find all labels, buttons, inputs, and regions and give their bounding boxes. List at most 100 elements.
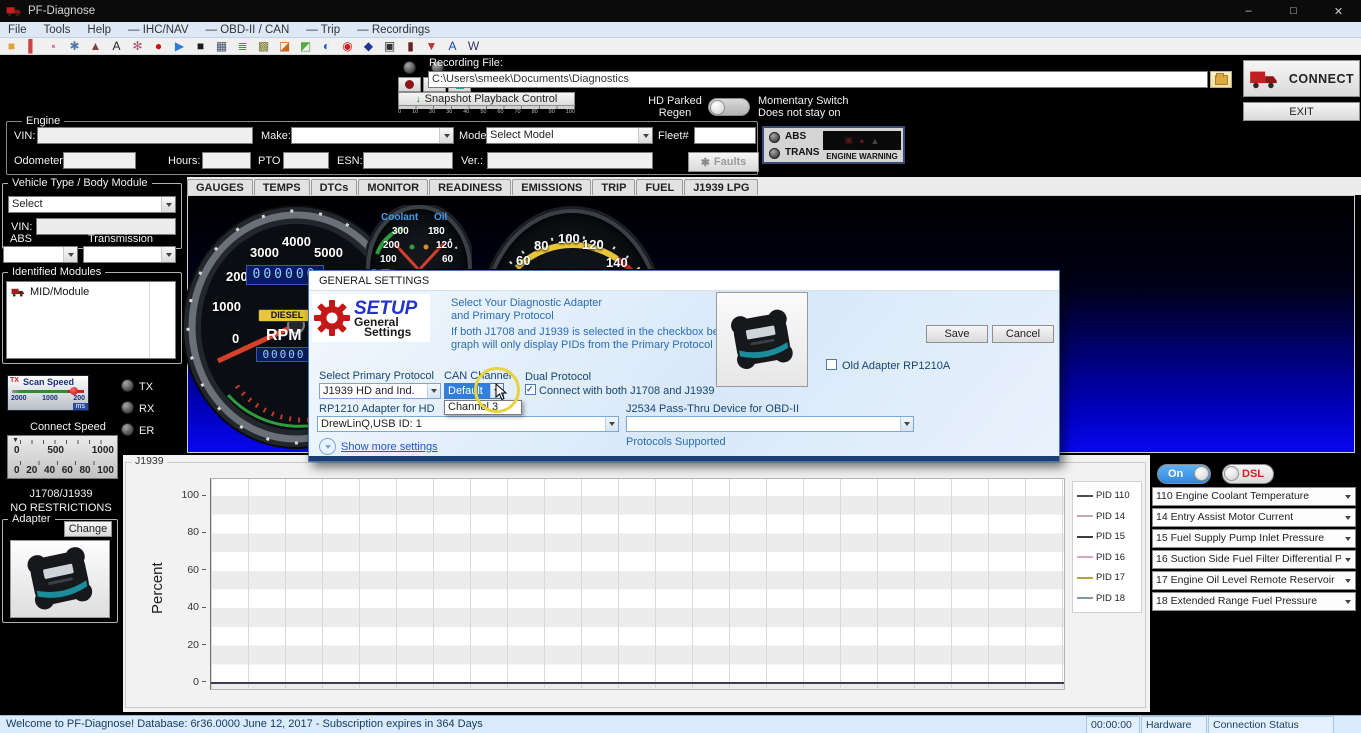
- fleet-field[interactable]: [694, 127, 756, 144]
- menu-item[interactable]: — IHC/NAV: [128, 24, 189, 36]
- chevron-down-icon[interactable]: [439, 128, 453, 143]
- chevron-down-icon[interactable]: [1341, 572, 1355, 589]
- recording-path-field[interactable]: C:\Users\smeek\Documents\Diagnostics: [428, 71, 1208, 88]
- chevron-down-icon[interactable]: [1341, 488, 1355, 505]
- dsl-toggle[interactable]: DSL: [1222, 464, 1274, 484]
- font-icon[interactable]: A: [109, 39, 124, 54]
- abs-select[interactable]: [3, 246, 78, 263]
- chevron-down-icon[interactable]: [161, 197, 175, 212]
- esa-icon[interactable]: ▣: [382, 39, 397, 54]
- snapshot-icon[interactable]: ▦: [214, 39, 229, 54]
- tab[interactable]: GAUGES: [187, 179, 253, 195]
- adapter-status-icon[interactable]: ▌: [25, 39, 40, 54]
- pid-selector[interactable]: 15 Fuel Supply Pump Inlet Pressure: [1152, 529, 1356, 548]
- hours-field[interactable]: [202, 152, 251, 169]
- browse-file-button[interactable]: [1210, 71, 1232, 88]
- pid-on-toggle[interactable]: On: [1157, 464, 1211, 484]
- module-list[interactable]: MID/Module: [6, 281, 176, 359]
- vehicle-type-select[interactable]: Select: [8, 196, 176, 213]
- ttr-icon[interactable]: ▼: [424, 39, 439, 54]
- pid-selector[interactable]: 14 Entry Assist Motor Current: [1152, 508, 1356, 527]
- tab[interactable]: J1939 LPG: [684, 179, 758, 195]
- mack-icon[interactable]: ◉: [340, 39, 355, 54]
- slider-tick-label: 60: [497, 109, 503, 115]
- dch-icon[interactable]: ▩: [256, 39, 271, 54]
- menu-item[interactable]: Help: [87, 24, 111, 36]
- tab[interactable]: FUEL: [636, 179, 683, 195]
- record-icon[interactable]: ●: [151, 39, 166, 54]
- old-adapter-checkbox[interactable]: [826, 359, 837, 370]
- show-more-settings-link[interactable]: Show more settings: [341, 441, 438, 453]
- connect-button[interactable]: CONNECT: [1243, 60, 1360, 97]
- tab[interactable]: TEMPS: [254, 179, 310, 195]
- menu-item[interactable]: — OBD-II / CAN: [206, 24, 290, 36]
- tab[interactable]: DTCs: [311, 179, 358, 195]
- j2534-select[interactable]: [626, 416, 914, 432]
- chevron-down-icon[interactable]: [638, 128, 652, 143]
- menu-item[interactable]: File: [8, 24, 27, 36]
- menu-item[interactable]: — Trip: [306, 24, 340, 36]
- record-button[interactable]: [398, 77, 421, 92]
- wabco-icon[interactable]: W: [466, 39, 481, 54]
- chevron-down-icon[interactable]: [1341, 593, 1355, 610]
- vehicle-icon[interactable]: ▲: [88, 39, 103, 54]
- dt-icon[interactable]: ▮: [403, 39, 418, 54]
- chevron-down-icon[interactable]: [900, 417, 913, 431]
- esn-field[interactable]: [363, 152, 453, 169]
- maximize-button[interactable]: □: [1271, 0, 1316, 22]
- show-more-chevron-icon[interactable]: [319, 438, 336, 455]
- dialog-titlebar[interactable]: GENERAL SETTINGS: [309, 271, 1059, 291]
- model-select[interactable]: Select Model: [486, 127, 653, 144]
- chevron-down-icon[interactable]: [1341, 509, 1355, 526]
- menu-item[interactable]: — Recordings: [357, 24, 430, 36]
- allison-icon[interactable]: A: [445, 39, 460, 54]
- exit-button[interactable]: EXIT: [1243, 102, 1360, 121]
- toolbar: ■▌▪✱▲A✻●▶■▦≣▩◪◩◐◉◆▣▮▼AW: [0, 38, 1361, 55]
- chevron-down-icon[interactable]: [605, 417, 618, 431]
- pto-field[interactable]: [283, 152, 329, 169]
- close-button[interactable]: ✕: [1316, 0, 1361, 22]
- pid-selector[interactable]: 16 Suction Side Fuel Filter Differential…: [1152, 550, 1356, 569]
- stop-icon[interactable]: ■: [193, 39, 208, 54]
- open-file-icon[interactable]: ■: [4, 39, 19, 54]
- settings-gear-icon[interactable]: ✱: [67, 39, 82, 54]
- play-icon[interactable]: ▶: [172, 39, 187, 54]
- faults-button[interactable]: ✱ Faults: [688, 152, 759, 172]
- primary-protocol-select[interactable]: J1939 HD and Ind.: [319, 383, 441, 399]
- cancel-button[interactable]: Cancel: [992, 325, 1054, 343]
- chevron-down-icon[interactable]: [1341, 530, 1355, 547]
- notes-icon[interactable]: ▪: [46, 39, 61, 54]
- stamp-icon[interactable]: ✻: [130, 39, 145, 54]
- key-icon[interactable]: ◪: [277, 39, 292, 54]
- snapshot-playback-control-button[interactable]: ↓ Snapshot Playback Control: [398, 92, 575, 106]
- transmission-select[interactable]: [83, 246, 176, 263]
- rp1210-select[interactable]: DrewLinQ,USB ID: 1: [317, 416, 619, 432]
- dialog-desc2-line1: If both J1708 and J1939 is selected in t…: [451, 326, 756, 338]
- odometer-field[interactable]: [63, 152, 136, 169]
- tab[interactable]: EMISSIONS: [512, 179, 591, 195]
- j1587-icon[interactable]: ≣: [235, 39, 250, 54]
- minimize-button[interactable]: –: [1226, 0, 1271, 22]
- chevron-down-icon[interactable]: [427, 384, 440, 398]
- change-adapter-button[interactable]: Change: [64, 521, 112, 537]
- tab[interactable]: TRIP: [592, 179, 635, 195]
- vin-field[interactable]: [37, 127, 253, 144]
- make-select[interactable]: [291, 127, 454, 144]
- tab[interactable]: READINESS: [429, 179, 511, 195]
- pid-selector[interactable]: 110 Engine Coolant Temperature: [1152, 487, 1356, 506]
- international-icon[interactable]: ◆: [361, 39, 376, 54]
- save-button[interactable]: Save: [926, 325, 988, 343]
- hd-regen-toggle[interactable]: [708, 98, 750, 116]
- chevron-down-icon[interactable]: [1341, 551, 1355, 568]
- trans-lamp-label: TRANS: [785, 147, 819, 158]
- link-icon[interactable]: ◩: [298, 39, 313, 54]
- menu-item[interactable]: Tools: [44, 24, 71, 36]
- pid-selector[interactable]: 17 Engine Oil Level Remote Reservoir: [1152, 571, 1356, 590]
- chevron-down-icon[interactable]: [161, 247, 175, 262]
- volvo-icon[interactable]: ◐: [319, 39, 334, 54]
- ver-field[interactable]: [487, 152, 653, 169]
- pid-selector[interactable]: 18 Extended Range Fuel Pressure: [1152, 592, 1356, 611]
- tab[interactable]: MONITOR: [358, 179, 428, 195]
- dual-protocol-checkbox[interactable]: [525, 384, 536, 395]
- chevron-down-icon[interactable]: [63, 247, 77, 262]
